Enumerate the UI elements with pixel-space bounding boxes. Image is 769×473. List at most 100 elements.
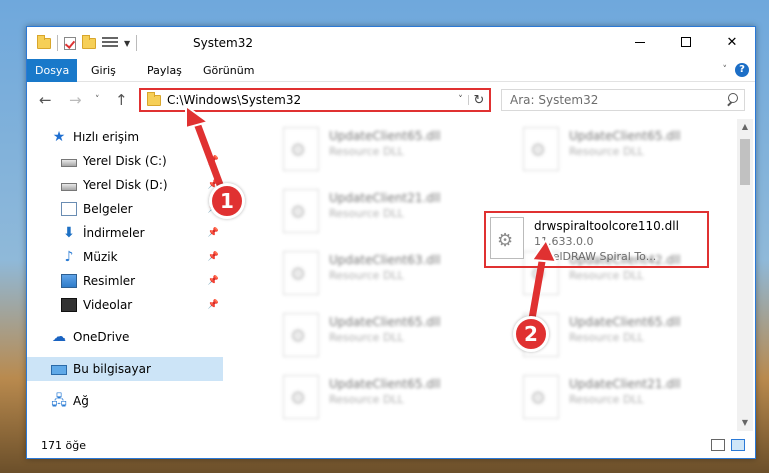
search-box[interactable]: Ara: System32: [501, 89, 745, 111]
view-switcher: [711, 439, 745, 451]
dll-file-icon: [283, 313, 319, 357]
sidebar-item-onedrive[interactable]: ☁ OneDrive: [27, 325, 223, 349]
music-icon: ♪: [64, 249, 74, 265]
customize-toolbar-chevron-icon[interactable]: ▼: [124, 39, 130, 48]
tab-dosya[interactable]: Dosya: [27, 59, 78, 82]
help-icon[interactable]: ?: [735, 63, 749, 77]
sidebar-item-label: Ağ: [73, 394, 89, 408]
folder-icon: [147, 91, 161, 106]
step-badge-1: 1: [209, 183, 245, 219]
sidebar-item-music[interactable]: ♪ Müzik 📌: [27, 245, 223, 269]
pin-icon[interactable]: 📌: [208, 228, 219, 238]
navigation-bar: ← → ˅ ↑ C:\Windows\System32 ˅ ↻ Ara: Sys…: [27, 85, 755, 115]
file-type: Resource DLL: [569, 145, 644, 158]
pin-icon[interactable]: 📌: [208, 252, 219, 262]
cloud-icon: ☁: [52, 329, 66, 345]
window-title: System32: [193, 36, 254, 50]
sidebar-item-label: Bu bilgisayar: [73, 362, 151, 376]
file-item[interactable]: UpdateClient21.dll Resource DLL: [523, 375, 739, 425]
address-bar[interactable]: C:\Windows\System32 ˅ ↻: [139, 88, 491, 112]
sidebar-item-label: Belgeler: [83, 202, 133, 216]
tab-paylas[interactable]: Paylaş: [139, 59, 190, 82]
search-placeholder[interactable]: Ara: System32: [510, 93, 724, 107]
sidebar-item-local-disk-c[interactable]: Yerel Disk (C:) 📌: [27, 149, 223, 173]
divider: [57, 35, 58, 51]
pin-icon[interactable]: 📌: [208, 276, 219, 286]
close-icon: ✕: [726, 34, 738, 50]
dll-file-icon: [283, 375, 319, 419]
file-name: UpdateClient65.dll: [569, 315, 681, 329]
file-type: Resource DLL: [569, 269, 644, 282]
dll-file-icon: [523, 127, 559, 171]
scroll-up-icon[interactable]: ▲: [737, 119, 753, 135]
refresh-icon[interactable]: ↻: [469, 93, 489, 108]
tab-giris[interactable]: Giriş: [83, 59, 124, 82]
sidebar-item-this-pc[interactable]: Bu bilgisayar: [27, 357, 223, 381]
large-icons-view-icon[interactable]: [731, 439, 745, 451]
address-path[interactable]: C:\Windows\System32: [167, 93, 453, 107]
file-version: 11.633.0.0: [534, 235, 594, 248]
file-name: UpdateClient65.dll: [329, 129, 441, 143]
download-icon: ⬇: [63, 225, 75, 241]
sidebar-item-quick-access[interactable]: ★ Hızlı erişim: [27, 125, 223, 149]
computer-icon: [51, 364, 67, 375]
back-arrow-icon[interactable]: ←: [39, 91, 52, 109]
pin-icon[interactable]: 📌: [208, 156, 219, 166]
sidebar-item-label: İndirmeler: [83, 226, 145, 240]
documents-icon: [61, 202, 77, 216]
tab-gorunum[interactable]: Görünüm: [195, 59, 262, 82]
file-type: Resource DLL: [329, 393, 404, 406]
sidebar-item-videos[interactable]: Videolar 📌: [27, 293, 223, 317]
ribbon-tabs: Dosya Giriş Paylaş Görünüm ˅ ?: [27, 59, 755, 82]
status-item-count: 171 öğe: [41, 439, 86, 452]
scroll-down-icon[interactable]: ▼: [737, 415, 753, 431]
file-description: CorelDRAW Spiral To...: [534, 250, 657, 263]
step-badge-2: 2: [513, 316, 549, 352]
recent-locations-chevron-icon[interactable]: ˅: [95, 95, 100, 105]
sidebar-item-label: OneDrive: [73, 330, 130, 344]
pin-icon[interactable]: 📌: [208, 300, 219, 310]
maximize-button[interactable]: [663, 27, 709, 57]
file-type: Resource DLL: [569, 393, 644, 406]
sidebar-item-downloads[interactable]: ⬇ İndirmeler 📌: [27, 221, 223, 245]
file-item[interactable]: UpdateClient65.dll Resource DLL: [523, 127, 739, 177]
file-item[interactable]: UpdateClient65.dll Resource DLL: [283, 375, 509, 425]
forward-arrow-icon[interactable]: →: [69, 91, 82, 109]
sidebar-item-label: Müzik: [83, 250, 118, 264]
sidebar-item-label: Yerel Disk (D:): [83, 178, 168, 192]
close-button[interactable]: ✕: [709, 27, 755, 57]
file-type: Resource DLL: [329, 331, 404, 344]
expand-ribbon-chevron-icon[interactable]: ˅: [723, 65, 728, 75]
explorer-window: ▼ System32 ✕ Dosya Giriş Paylaş Görünüm …: [26, 26, 756, 459]
file-item[interactable]: UpdateClient65.dll Resource DLL: [523, 313, 739, 363]
details-view-icon[interactable]: [711, 439, 725, 451]
file-name: UpdateClient65.dll: [329, 315, 441, 329]
address-dropdown-chevron-icon[interactable]: ˅: [453, 95, 469, 105]
highlighted-file[interactable]: drwspiraltoolcore110.dll 11.633.0.0 Core…: [484, 211, 709, 268]
up-arrow-icon[interactable]: ↑: [115, 91, 128, 109]
properties-check-icon[interactable]: [64, 36, 76, 50]
sidebar-item-network[interactable]: 🖧 Ağ: [27, 389, 223, 413]
minimize-icon: [635, 41, 645, 43]
file-item[interactable]: UpdateClient21.dll Resource DLL: [283, 189, 509, 239]
vertical-scrollbar[interactable]: ▲ ▼: [737, 119, 753, 431]
dll-file-icon: [283, 127, 319, 171]
ribbon-controls: ˅ ?: [723, 63, 749, 77]
sidebar-item-pictures[interactable]: Resimler 📌: [27, 269, 223, 293]
scroll-thumb[interactable]: [740, 139, 750, 185]
file-item[interactable]: UpdateClient63.dll Resource DLL: [283, 251, 509, 301]
dll-file-icon: [283, 251, 319, 295]
view-details-icon[interactable]: [102, 37, 118, 49]
search-icon[interactable]: [724, 90, 744, 110]
dll-file-icon: [523, 375, 559, 419]
file-item[interactable]: UpdateClient65.dll Resource DLL: [283, 313, 509, 363]
minimize-button[interactable]: [617, 27, 663, 57]
sidebar-item-documents[interactable]: Belgeler 📌: [27, 197, 223, 221]
sidebar-item-label: Videolar: [83, 298, 133, 312]
new-folder-icon[interactable]: [82, 34, 96, 49]
star-icon: ★: [52, 129, 66, 145]
file-item[interactable]: UpdateClient65.dll Resource DLL: [283, 127, 509, 177]
window-controls: ✕: [617, 27, 755, 57]
sidebar-item-local-disk-d[interactable]: Yerel Disk (D:) 📌: [27, 173, 223, 197]
sidebar-item-label: Hızlı erişim: [73, 130, 140, 144]
